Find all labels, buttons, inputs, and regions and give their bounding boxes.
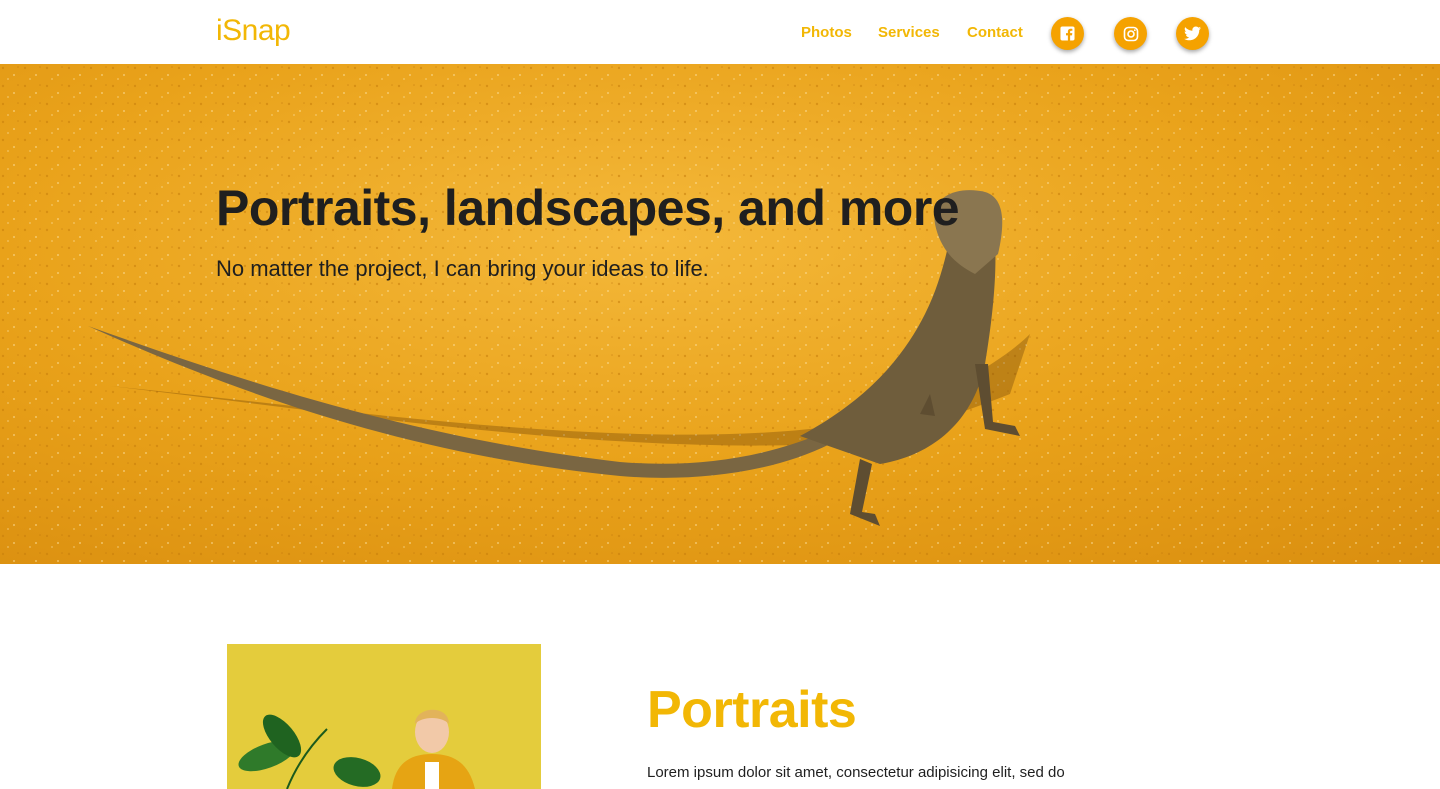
facebook-icon	[1060, 26, 1075, 41]
portrait-image	[227, 644, 541, 789]
hero-section: Portraits, landscapes, and more No matte…	[0, 64, 1440, 564]
nav-link-services[interactable]: Services	[878, 24, 940, 41]
hero-lizard-image	[0, 64, 1440, 564]
hero-subtitle: No matter the project, I can bring your …	[216, 256, 709, 281]
nav-link-photos[interactable]: Photos	[801, 24, 852, 41]
twitter-button[interactable]	[1176, 17, 1209, 50]
section-text-portraits: Lorem ipsum dolor sit amet, consectetur …	[647, 764, 1065, 781]
hero-title: Portraits, landscapes, and more	[216, 180, 960, 236]
facebook-button[interactable]	[1051, 17, 1084, 50]
child-with-plant-image	[227, 644, 541, 789]
twitter-icon	[1184, 26, 1201, 41]
logo[interactable]: iSnap	[216, 14, 291, 48]
instagram-button[interactable]	[1114, 17, 1147, 50]
instagram-icon	[1123, 26, 1138, 41]
site-header: iSnap Photos Services Contact	[0, 0, 1440, 64]
section-title-portraits: Portraits	[647, 681, 857, 739]
nav-link-contact[interactable]: Contact	[967, 24, 1023, 41]
